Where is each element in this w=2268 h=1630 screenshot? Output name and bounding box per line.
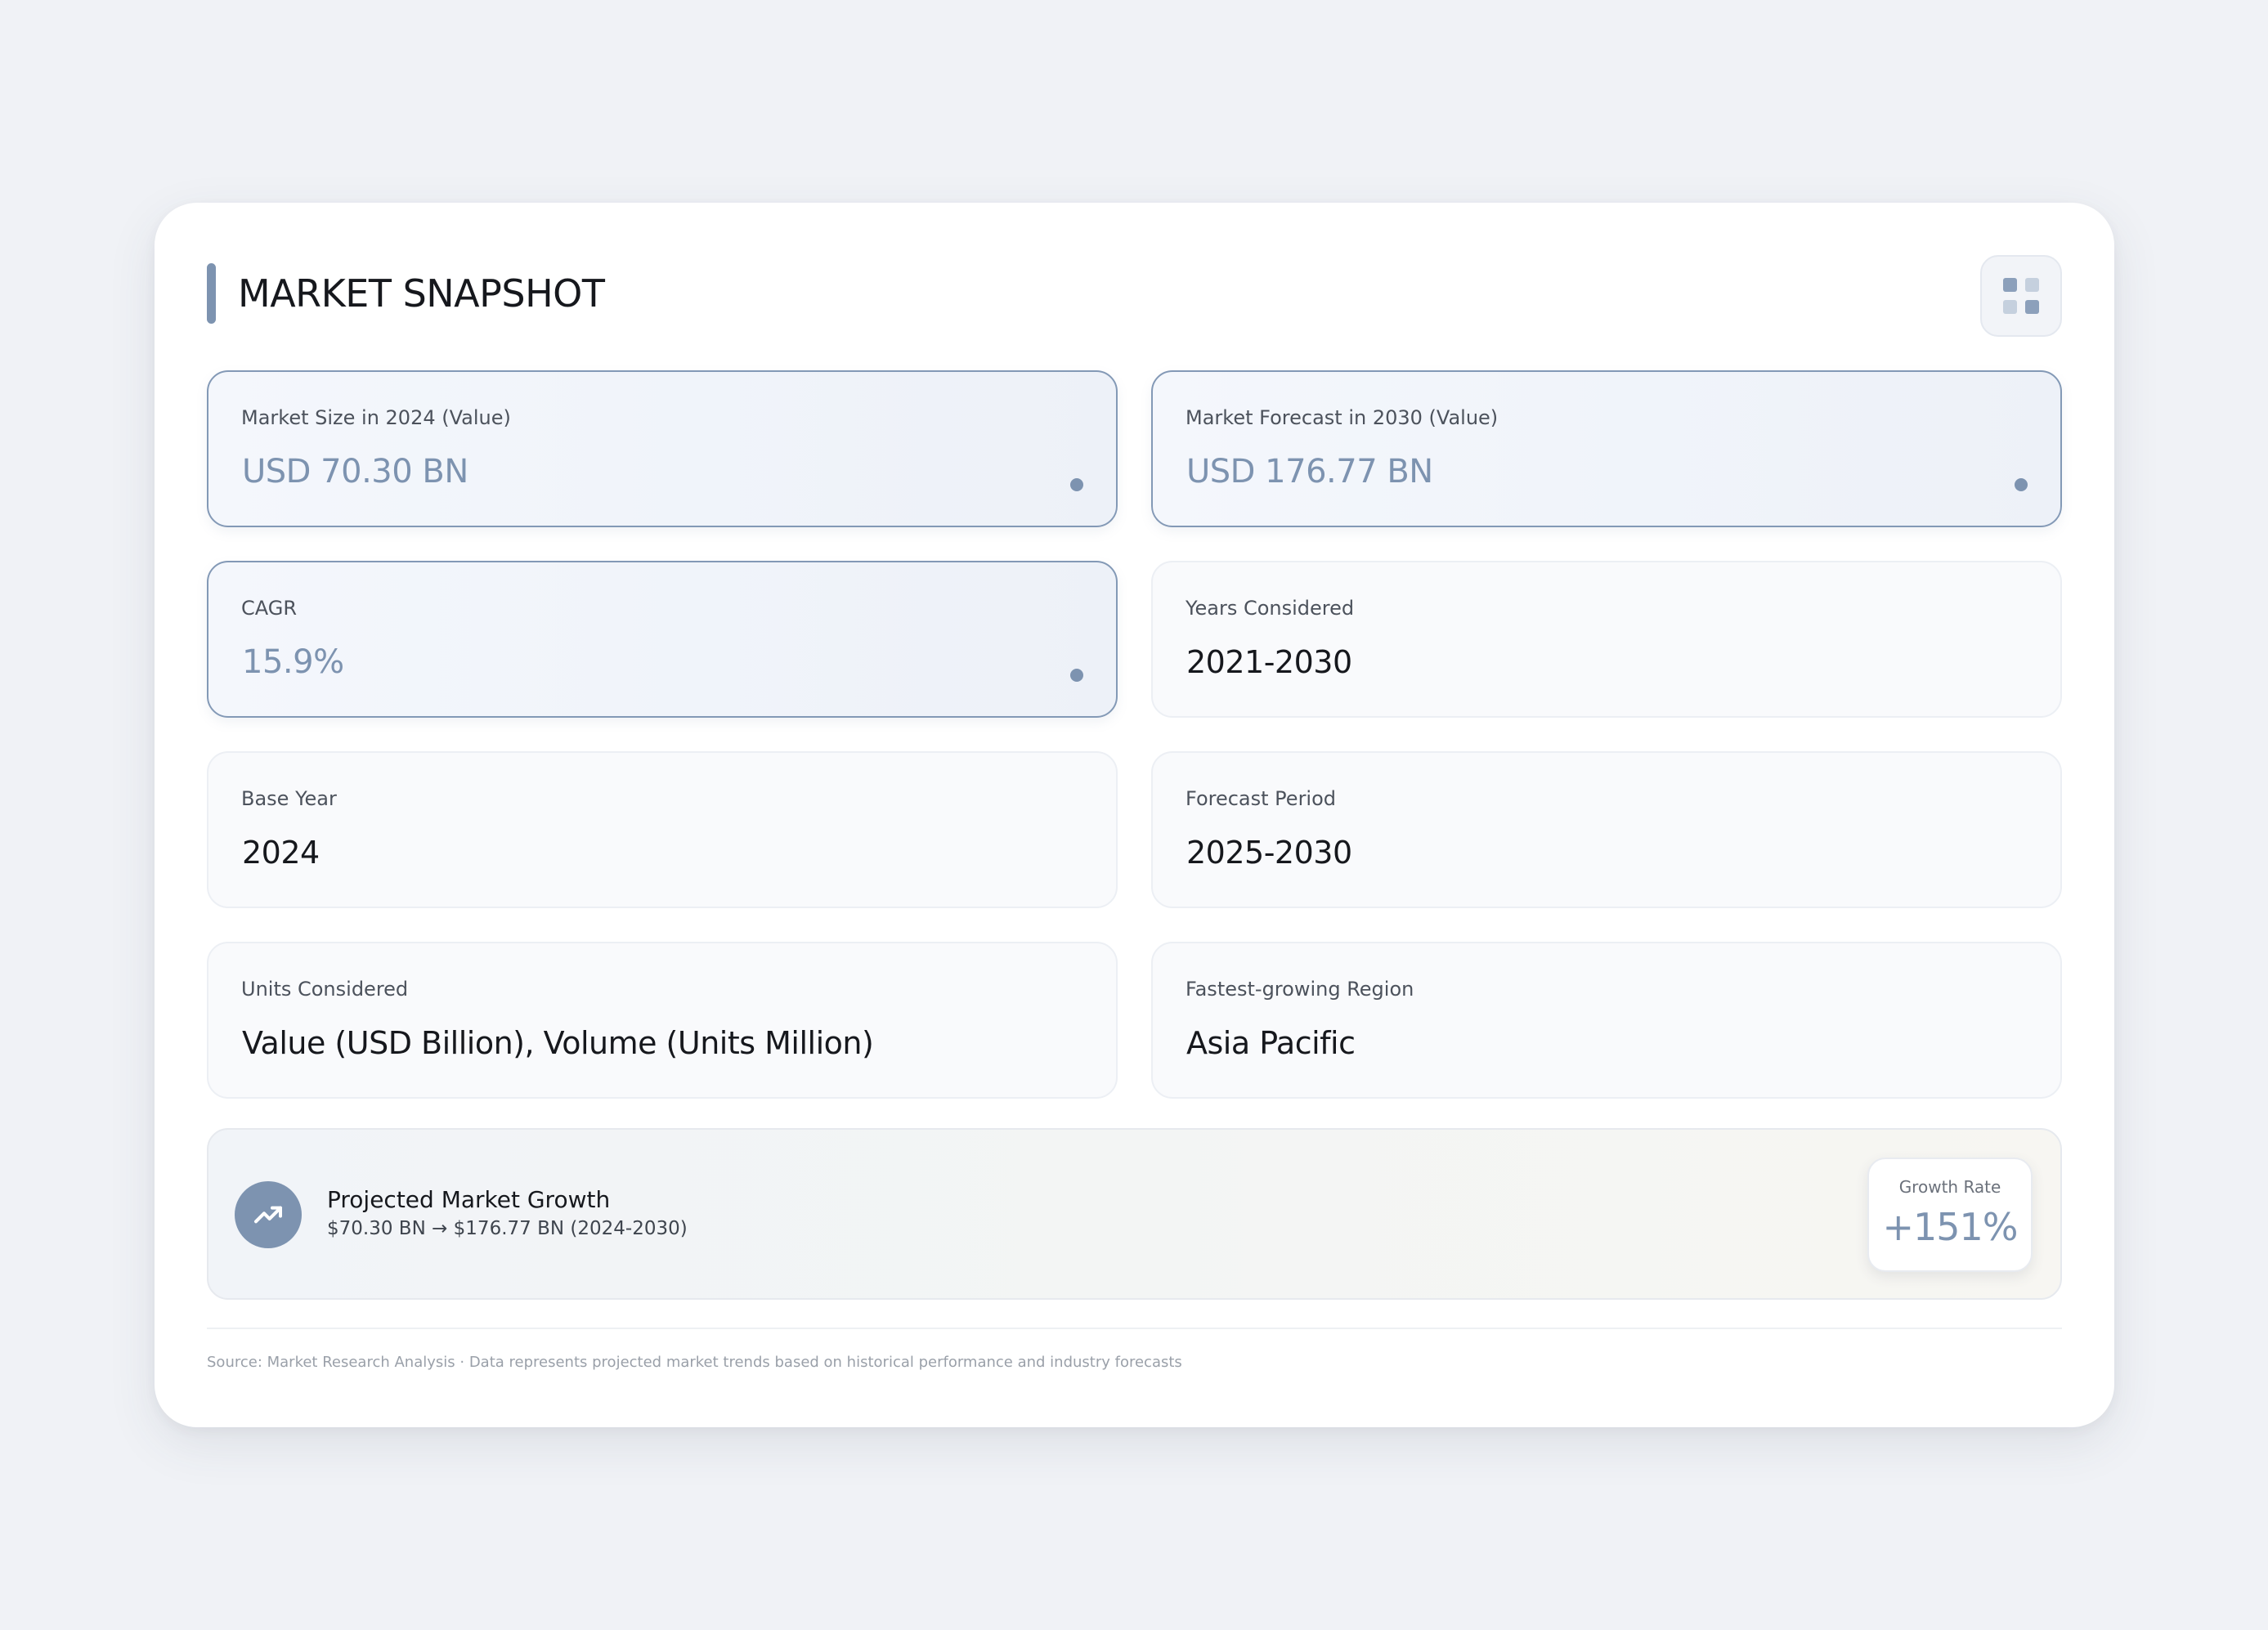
growth-title: Projected Market Growth [327, 1186, 611, 1213]
metric-cagr[interactable]: CAGR 15.9% [207, 561, 1118, 718]
metric-value: USD 70.30 BN [242, 453, 468, 490]
growth-rate-value: +151% [1882, 1205, 2018, 1249]
metric-label: Fastest-growing Region [1186, 978, 1414, 1001]
metric-value: 15.9% [242, 643, 344, 681]
highlight-dot-icon [1070, 669, 1083, 682]
metric-value: USD 176.77 BN [1186, 453, 1433, 490]
title-accent-bar [207, 263, 216, 324]
page-title: MARKET SNAPSHOT [238, 271, 605, 316]
grid-icon-cell [2003, 300, 2017, 314]
metric-units-considered[interactable]: Units Considered Value (USD Billion), Vo… [207, 942, 1118, 1099]
metric-label: Units Considered [241, 978, 409, 1001]
metric-label: Base Year [241, 787, 337, 810]
metric-label: Forecast Period [1186, 787, 1337, 810]
footer-divider [207, 1328, 2062, 1329]
grid-icon-cell [2025, 300, 2039, 314]
market-snapshot-card: MARKET SNAPSHOT Market Size in 2024 (Val… [155, 203, 2114, 1427]
grid-icon-cell [2025, 278, 2039, 292]
metrics-grid: Market Size in 2024 (Value) USD 70.30 BN… [207, 370, 2062, 1099]
metric-value: 2021-2030 [1186, 644, 1352, 680]
highlight-dot-icon [2015, 478, 2028, 491]
metric-value: 2024 [242, 835, 320, 871]
metric-base-year[interactable]: Base Year 2024 [207, 751, 1118, 908]
layout-toggle-button[interactable] [1980, 255, 2062, 337]
metric-market-forecast-2030[interactable]: Market Forecast in 2030 (Value) USD 176.… [1151, 370, 2062, 527]
metric-value: 2025-2030 [1186, 835, 1352, 871]
trending-up-icon [235, 1181, 302, 1248]
highlight-dot-icon [1070, 478, 1083, 491]
metric-label: Market Size in 2024 (Value) [241, 406, 511, 429]
metric-label: Market Forecast in 2030 (Value) [1186, 406, 1499, 429]
metric-forecast-period[interactable]: Forecast Period 2025-2030 [1151, 751, 2062, 908]
header: MARKET SNAPSHOT [207, 255, 2062, 345]
growth-rate-label: Growth Rate [1898, 1177, 2001, 1197]
metric-market-size-2024[interactable]: Market Size in 2024 (Value) USD 70.30 BN [207, 370, 1118, 527]
metric-label: Years Considered [1186, 597, 1355, 620]
growth-rate-badge: Growth Rate +151% [1867, 1158, 2033, 1272]
metric-fastest-growing-region[interactable]: Fastest-growing Region Asia Pacific [1151, 942, 2062, 1099]
grid-icon [2003, 278, 2017, 292]
metric-years-considered[interactable]: Years Considered 2021-2030 [1151, 561, 2062, 718]
source-note: Source: Market Research Analysis · Data … [207, 1354, 1182, 1371]
metric-value: Asia Pacific [1186, 1025, 1356, 1061]
metric-value: Value (USD Billion), Volume (Units Milli… [242, 1025, 874, 1061]
metric-label: CAGR [241, 597, 298, 620]
growth-subtitle: $70.30 BN → $176.77 BN (2024-2030) [327, 1218, 688, 1239]
projected-growth-panel: Projected Market Growth $70.30 BN → $176… [207, 1128, 2062, 1300]
